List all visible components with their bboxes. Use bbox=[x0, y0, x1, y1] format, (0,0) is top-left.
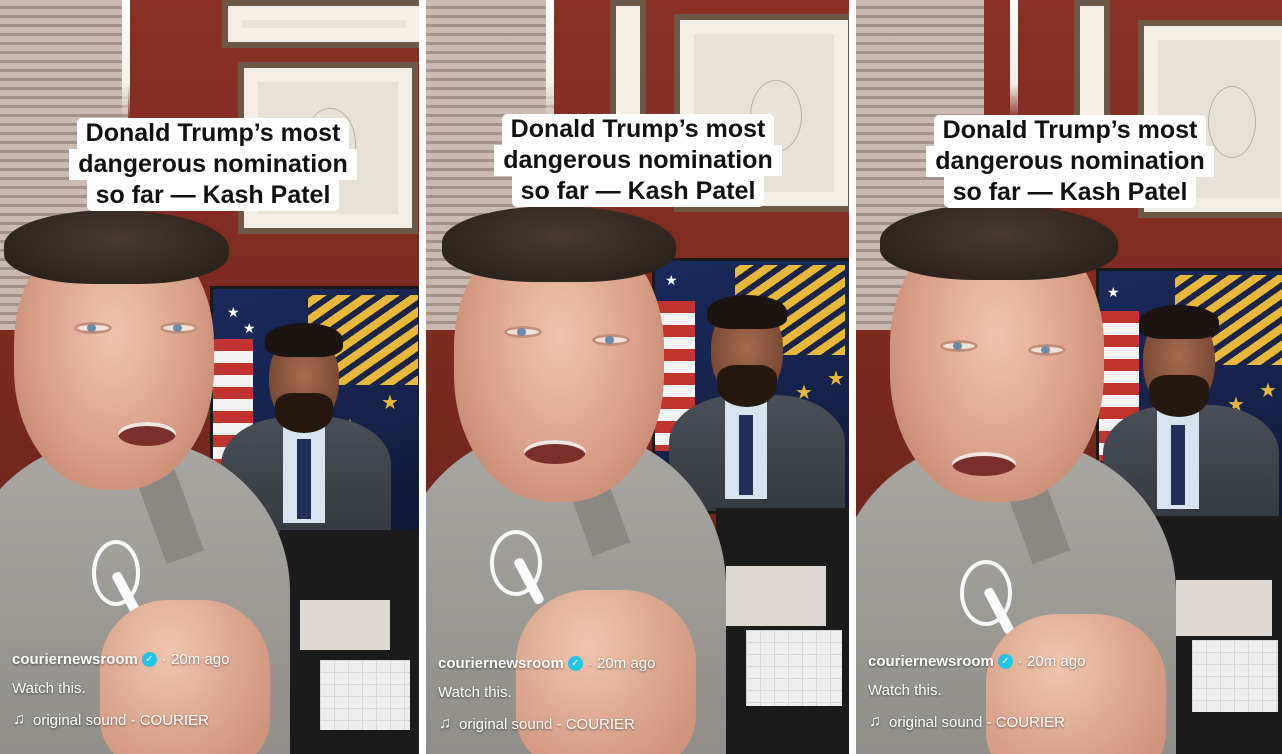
caption-line: Donald Trump’s most bbox=[76, 118, 350, 149]
man-beard bbox=[275, 393, 333, 433]
author-username[interactable]: couriernewsroom bbox=[438, 655, 564, 672]
music-note-icon: ♫ bbox=[13, 711, 25, 728]
man-hair bbox=[1139, 305, 1219, 339]
author-username[interactable]: couriernewsroom bbox=[12, 651, 138, 668]
video-panel-3[interactable]: ★ ★ ★ Donald Trump’s most dangerous nomi… bbox=[856, 0, 1282, 754]
wall-frame-top bbox=[222, 0, 419, 48]
video-panel-2[interactable]: ★ ★ ★ Donald Trump’s most dangerous nomi… bbox=[426, 0, 849, 754]
flag-star: ★ bbox=[243, 320, 256, 336]
video-description: Watch this. bbox=[438, 684, 512, 701]
person-eye bbox=[504, 326, 542, 338]
sound-link[interactable]: ♫ original sound - COURIER bbox=[868, 713, 1085, 731]
flag-star: ★ bbox=[665, 272, 678, 288]
person-eye bbox=[1028, 344, 1066, 356]
desk-box bbox=[1176, 580, 1272, 636]
sound-label: original sound - COURIER bbox=[33, 711, 209, 729]
person-mouth bbox=[952, 452, 1016, 476]
post-time: · 20m ago bbox=[587, 655, 656, 672]
author-username[interactable]: couriernewsroom bbox=[868, 653, 994, 670]
caption-line: so far — Kash Patel bbox=[511, 176, 765, 207]
window-light bbox=[1010, 0, 1018, 120]
keyboard bbox=[320, 660, 410, 730]
caption-line: Donald Trump’s most bbox=[501, 114, 775, 145]
gold-star: ★ bbox=[381, 392, 399, 414]
caption-line: so far — Kash Patel bbox=[86, 180, 340, 211]
person-eye bbox=[940, 340, 978, 352]
video-description: Watch this. bbox=[12, 680, 86, 697]
caption-line: dangerous nomination bbox=[494, 145, 782, 176]
person-hair bbox=[442, 206, 676, 282]
video-caption: Donald Trump’s most dangerous nomination… bbox=[920, 115, 1220, 208]
sound-link[interactable]: ♫ original sound - COURIER bbox=[12, 711, 229, 729]
person-eye bbox=[74, 322, 112, 334]
wall-frame-side bbox=[1074, 0, 1110, 122]
post-time: · 20m ago bbox=[1017, 653, 1086, 670]
person-eye bbox=[592, 334, 630, 346]
verified-check-icon: ✓ bbox=[567, 656, 583, 671]
keyboard bbox=[746, 630, 842, 706]
post-time: · 20m ago bbox=[161, 651, 230, 668]
flag-star: ★ bbox=[227, 304, 240, 320]
man-tie bbox=[297, 439, 311, 519]
video-caption: Donald Trump’s most dangerous nomination… bbox=[488, 114, 788, 207]
man-tie bbox=[739, 415, 753, 495]
caption-line: dangerous nomination bbox=[926, 146, 1214, 177]
video-strip: ★ ★ ★ ★ Donald Trump’s most dangerous no… bbox=[0, 0, 1282, 754]
man-beard bbox=[717, 365, 777, 407]
person-hair bbox=[880, 204, 1118, 280]
sound-label: original sound - COURIER bbox=[889, 713, 1065, 731]
person-eye bbox=[160, 322, 198, 334]
author-row: couriernewsroom ✓ · 20m ago bbox=[438, 655, 655, 672]
author-row: couriernewsroom ✓ · 20m ago bbox=[868, 653, 1085, 670]
window-light bbox=[122, 0, 130, 120]
music-note-icon: ♫ bbox=[439, 715, 451, 732]
author-row: couriernewsroom ✓ · 20m ago bbox=[12, 651, 229, 668]
desk-box bbox=[300, 600, 390, 650]
person-mouth bbox=[524, 440, 586, 464]
sound-link[interactable]: ♫ original sound - COURIER bbox=[438, 715, 655, 733]
desk-box bbox=[726, 566, 826, 626]
man-tie bbox=[1171, 425, 1185, 505]
person-hair bbox=[4, 210, 229, 284]
caption-line: Donald Trump’s most bbox=[933, 115, 1207, 146]
person-mouth bbox=[118, 422, 176, 446]
window-light bbox=[546, 0, 554, 120]
video-panel-1[interactable]: ★ ★ ★ ★ Donald Trump’s most dangerous no… bbox=[0, 0, 419, 754]
keyboard bbox=[1192, 640, 1278, 712]
gold-star: ★ bbox=[827, 368, 845, 390]
gold-star: ★ bbox=[1259, 380, 1277, 402]
verified-check-icon: ✓ bbox=[141, 652, 157, 667]
video-info: couriernewsroom ✓ · 20m ago Watch this. … bbox=[438, 655, 655, 733]
sound-label: original sound - COURIER bbox=[459, 715, 635, 733]
caption-line: so far — Kash Patel bbox=[943, 177, 1197, 208]
video-caption: Donald Trump’s most dangerous nomination… bbox=[68, 118, 358, 211]
video-info: couriernewsroom ✓ · 20m ago Watch this. … bbox=[12, 651, 229, 729]
wall-frame-side bbox=[610, 0, 646, 122]
video-description: Watch this. bbox=[868, 682, 942, 699]
flag-star: ★ bbox=[1107, 284, 1120, 300]
music-note-icon: ♫ bbox=[869, 713, 881, 730]
man-hair bbox=[707, 295, 787, 329]
video-info: couriernewsroom ✓ · 20m ago Watch this. … bbox=[868, 653, 1085, 731]
verified-check-icon: ✓ bbox=[997, 654, 1013, 669]
caption-line: dangerous nomination bbox=[69, 149, 357, 180]
man-beard bbox=[1149, 375, 1209, 417]
man-hair bbox=[265, 323, 343, 357]
